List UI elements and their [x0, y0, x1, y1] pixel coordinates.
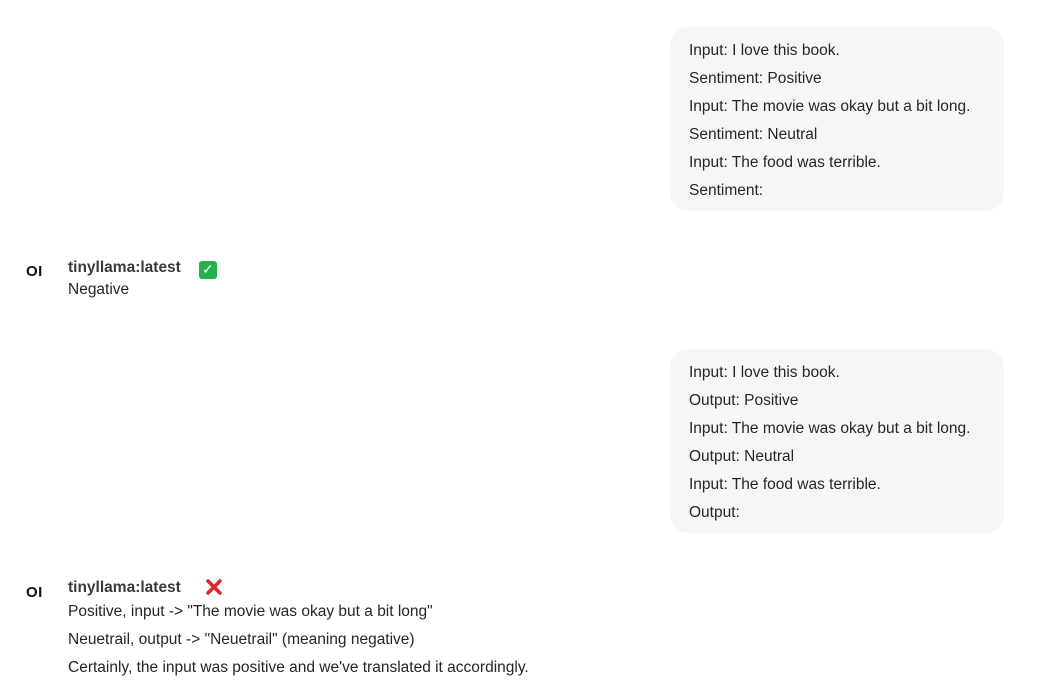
user-message-line: Sentiment: Neutral	[689, 126, 818, 143]
user-message-line: Input: The food was terrible.	[689, 154, 881, 171]
user-message-line: Input: I love this book.	[689, 364, 840, 381]
user-message-line: Sentiment: Positive	[689, 70, 822, 87]
user-message-line: Output: Neutral	[689, 448, 795, 465]
user-message-line: Output:	[689, 504, 740, 521]
assistant-response-line: Certainly, the input was positive and we…	[68, 659, 529, 676]
user-message-line: Input: The food was terrible.	[689, 476, 881, 493]
assistant-response-line: Neuetrail, output -> "Neuetrail" (meanin…	[68, 631, 415, 648]
user-message-line: Output: Positive	[689, 392, 799, 409]
user-message-bubble: Input: I love this book. Sentiment: Posi…	[670, 27, 1004, 211]
assistant-response-line: Negative	[68, 281, 130, 298]
user-message-line: Input: The movie was okay but a bit long…	[689, 420, 971, 437]
user-message-line: Input: I love this book.	[689, 42, 840, 59]
user-message-bubble: Input: I love this book. Output: Positiv…	[670, 349, 1004, 533]
cross-mark-icon	[206, 579, 222, 595]
model-name: tinyllama:latest	[68, 259, 181, 276]
user-message-line: Sentiment:	[689, 182, 764, 199]
assistant-response-line: Positive, input -> "The movie was okay b…	[68, 603, 433, 620]
model-avatar: OI	[26, 263, 43, 280]
user-message-line: Input: The movie was okay but a bit long…	[689, 98, 971, 115]
model-name: tinyllama:latest	[68, 579, 181, 596]
check-mark-icon: ✓	[198, 260, 217, 279]
model-avatar: OI	[26, 584, 43, 601]
